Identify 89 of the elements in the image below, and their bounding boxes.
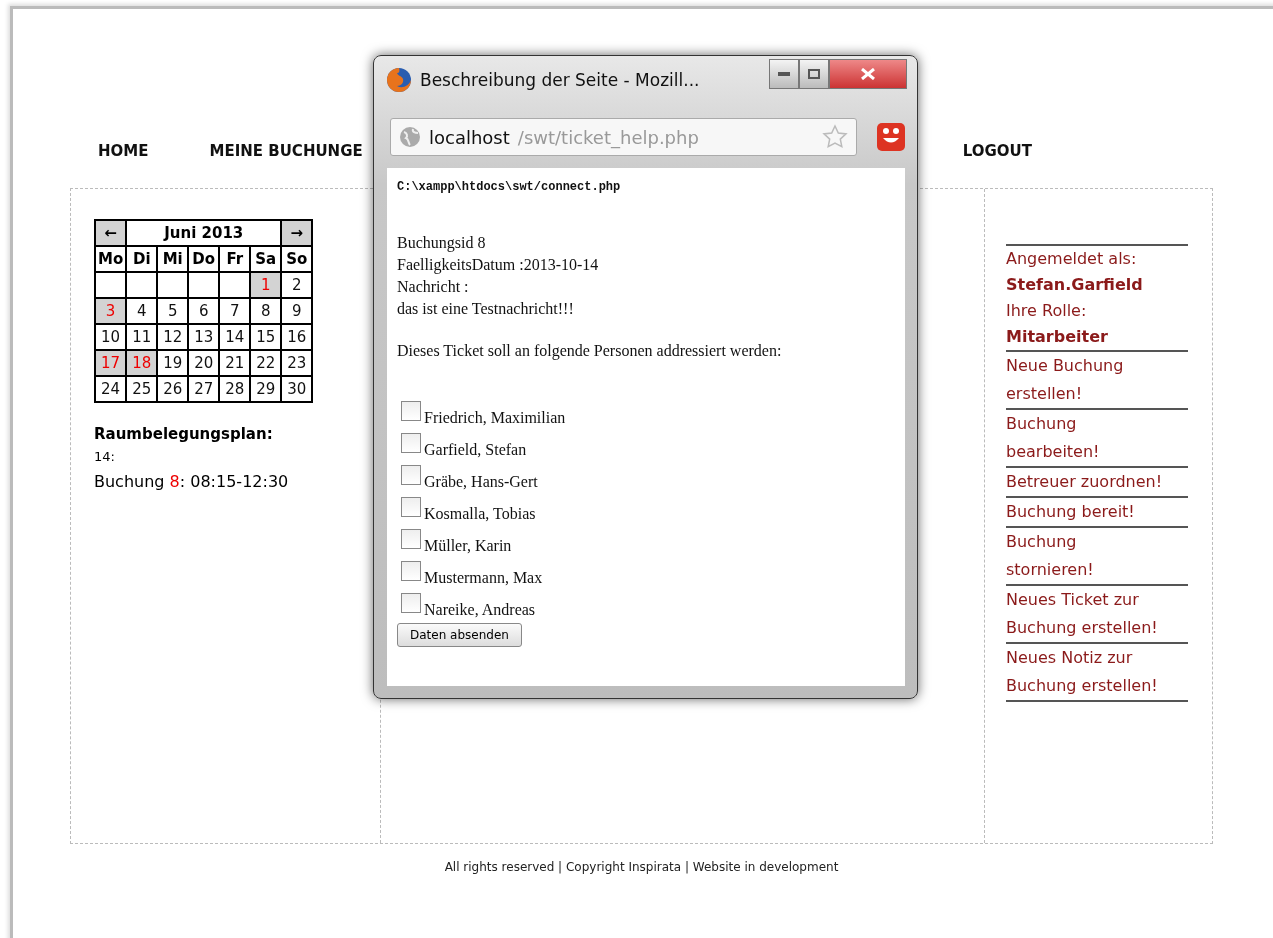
action-link[interactable]: Neues Notiz zur Buchung erstellen!	[1006, 644, 1188, 702]
smiley-icon[interactable]	[877, 123, 905, 151]
recipient-name: Mustermann, Max	[424, 569, 543, 587]
nav-link[interactable]: LOGOUT	[962, 142, 1032, 162]
submit-button[interactable]: Daten absenden	[397, 623, 522, 647]
day-cell[interactable]: 30	[282, 377, 312, 401]
recipient-checkbox[interactable]	[401, 593, 421, 613]
day-cell[interactable]: 12	[158, 325, 188, 349]
day-cell[interactable]: 16	[282, 325, 312, 349]
schedule-title: Raumbelegungsplan:	[94, 425, 274, 443]
action-link[interactable]: Buchung stornieren!	[1006, 528, 1188, 586]
maximize-icon	[808, 69, 820, 79]
recipient-checkbox[interactable]	[401, 465, 421, 485]
recipient-name: Kosmalla, Tobias	[424, 505, 536, 523]
day-cell[interactable]: 24	[96, 377, 126, 401]
day-cell[interactable]: 7	[220, 299, 250, 323]
maximize-button[interactable]	[799, 59, 829, 89]
logged-in-label: Angemeldet als:	[1006, 248, 1138, 270]
globe-icon	[399, 126, 421, 148]
schedule-day: 14:	[94, 449, 380, 464]
weekday-cell: Mi	[158, 247, 188, 271]
recipient-name: Friedrich, Maximilian	[424, 409, 566, 427]
day-cell[interactable]: 9	[282, 299, 312, 323]
ticket-info-line: Buchungsid 8	[397, 233, 487, 254]
url-path: /swt/ticket_help.php	[517, 126, 700, 148]
recipient-checkbox[interactable]	[401, 433, 421, 453]
close-button[interactable]	[829, 59, 907, 89]
day-cell[interactable]: 26	[158, 377, 188, 401]
day-cell[interactable]: 4	[127, 299, 157, 323]
day-cell[interactable]: 13	[189, 325, 219, 349]
day-cell[interactable]: 14	[220, 325, 250, 349]
nav-link[interactable]: MEINE BUCHUNGE	[209, 142, 363, 162]
minimize-icon	[778, 72, 790, 76]
day-cell[interactable]: 27	[189, 377, 219, 401]
month-title: Juni 2013	[127, 221, 281, 245]
ticket-info-line: FaelligkeitsDatum :2013-10-14	[397, 255, 600, 276]
ticket-info-line: das ist eine Testnachricht!!!	[397, 299, 575, 319]
action-link[interactable]: Buchung bereit!	[1006, 498, 1188, 528]
recipient-checkbox[interactable]	[401, 401, 421, 421]
recipient-name: Gräbe, Hans-Gert	[424, 473, 538, 491]
day-cell[interactable]: 21	[220, 351, 250, 375]
weekday-cell: Sa	[251, 247, 281, 271]
ticket-info-line: Nachricht :	[397, 277, 470, 297]
recipient-name: Nareike, Andreas	[424, 601, 536, 619]
role-label: Ihre Rolle:	[1006, 300, 1088, 322]
prev-month-button[interactable]: ←	[96, 221, 126, 245]
browser-logo-icon	[386, 67, 412, 93]
day-cell[interactable]: 6	[189, 299, 219, 323]
day-cell[interactable]: 25	[127, 377, 157, 401]
close-icon	[861, 68, 875, 80]
day-cell[interactable]: 19	[158, 351, 188, 375]
recipient-checkbox[interactable]	[401, 529, 421, 549]
weekday-cell: So	[282, 247, 312, 271]
day-cell[interactable]: 22	[251, 351, 281, 375]
recipient-name: Müller, Karin	[424, 537, 512, 555]
role: Mitarbeiter	[1006, 326, 1109, 348]
url-host: localhost	[429, 126, 510, 148]
action-link[interactable]: Neues Ticket zur Buchung erstellen!	[1006, 586, 1188, 644]
weekday-cell: Fr	[220, 247, 250, 271]
footer-text: All rights reserved | Copyright Inspirata | Website in development	[444, 860, 839, 874]
weekday-cell: Mo	[96, 247, 126, 271]
recipient-checkbox[interactable]	[401, 561, 421, 581]
address-bar[interactable]: localhost /swt/ticket_help.php	[390, 118, 857, 156]
day-cell[interactable]: 28	[220, 377, 250, 401]
day-cell[interactable]: 10	[96, 325, 126, 349]
day-cell[interactable]: 5	[158, 299, 188, 323]
day-cell[interactable]: 8	[251, 299, 281, 323]
day-cell[interactable]: 23	[282, 351, 312, 375]
action-link[interactable]: Neue Buchung erstellen!	[1006, 352, 1188, 410]
action-link[interactable]: Betreuer zuordnen!	[1006, 468, 1188, 498]
day-cell[interactable]: 20	[189, 351, 219, 375]
file-path: C:\xampp\htdocs\swt/connect.php	[397, 180, 622, 194]
weekday-cell: Do	[189, 247, 219, 271]
day-cell[interactable]: 2	[282, 273, 312, 297]
nav-link[interactable]: HOME	[98, 142, 149, 162]
recipient-prompt: Dieses Ticket soll an folgende Personen addressiert werden:	[397, 342, 783, 360]
next-month-button[interactable]: →	[282, 221, 312, 245]
weekday-cell: Di	[127, 247, 157, 271]
minimize-button[interactable]	[769, 59, 799, 89]
booking-entry: Buchung 8: 08:15-12:30	[94, 472, 290, 491]
username: Stefan.Garfield	[1006, 274, 1144, 296]
star-icon[interactable]	[822, 124, 848, 150]
recipient-checkbox[interactable]	[401, 497, 421, 517]
window-title: Beschreibung der Seite - Mozill...	[420, 70, 701, 90]
recipient-name: Garfield, Stefan	[424, 441, 527, 459]
day-cell[interactable]: 29	[251, 377, 281, 401]
day-cell[interactable]: 11	[127, 325, 157, 349]
day-cell[interactable]: 15	[251, 325, 281, 349]
action-link[interactable]: Buchung bearbeiten!	[1006, 410, 1188, 468]
